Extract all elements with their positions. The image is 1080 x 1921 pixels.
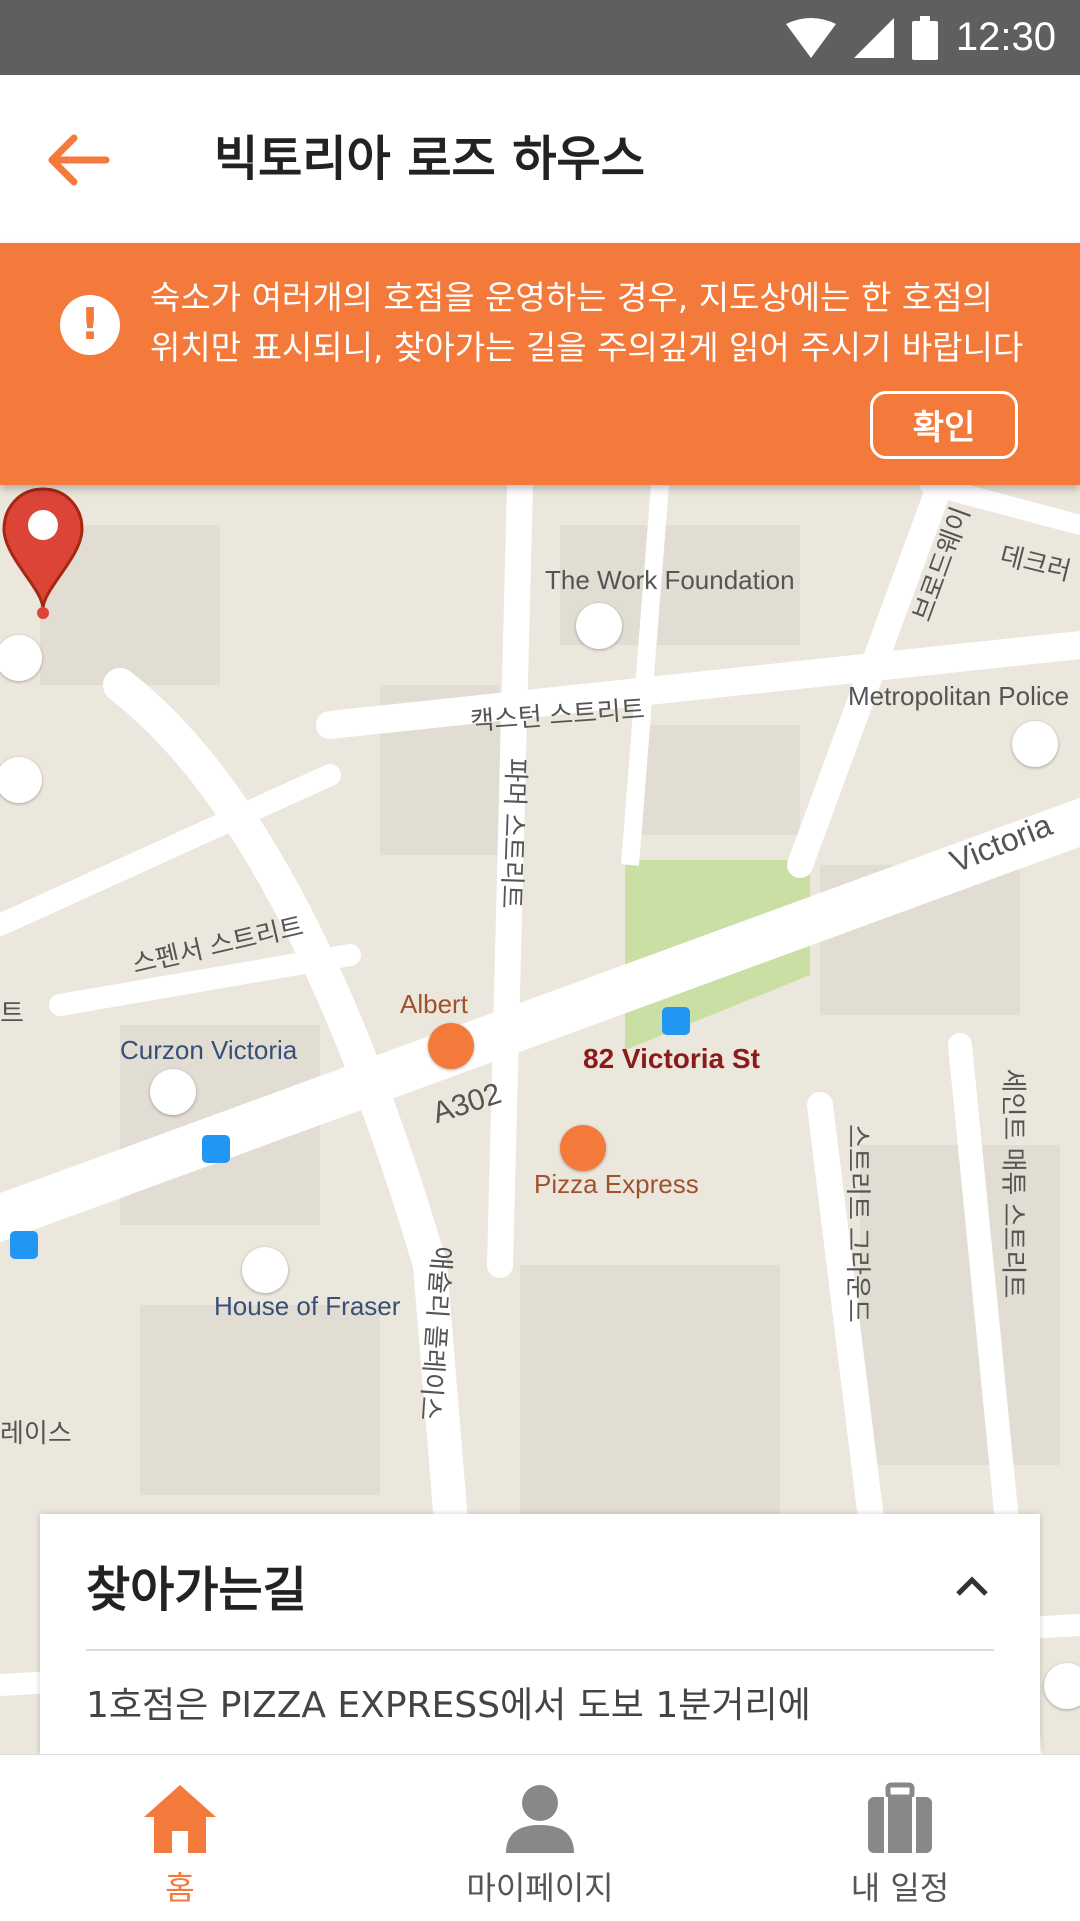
directions-text: 1호점은 PIZZA EXPRESS에서 도보 1분거리에 [86,1685,811,1726]
building-poi-icon[interactable] [576,603,622,649]
nav-mypage[interactable]: 마이페이지 [440,1755,640,1921]
shopping-poi-icon[interactable] [242,1247,288,1293]
map-label-metropolitan: Metropolitan Police [848,681,1070,711]
wifi-icon [785,17,836,58]
home-icon [144,1785,216,1853]
status-bar: 12:30 [0,0,1080,75]
directions-title: 찾아가는길 [86,1562,307,1618]
divider [86,1649,994,1651]
nav-home[interactable]: 홈 [80,1755,280,1921]
person-icon [506,1785,574,1853]
map-label-pizza: Pizza Express [534,1169,699,1199]
confirm-button[interactable]: 확인 [870,391,1018,459]
bottom-navigation: 홈 마이페이지 내 일정 [0,1754,1080,1921]
map-label-strutton: 스트리트 그라운드 [842,1124,873,1323]
map-address-label: 82 Victoria St [583,1043,760,1074]
nav-home-label: 홈 [165,1869,195,1907]
notice-text: 숙소가 여러개의 호점을 운영하는 경우, 지도상에는 한 호점의 위치만 표시… [150,273,1030,373]
back-arrow-icon[interactable] [44,125,114,195]
bar-poi-icon[interactable] [428,1023,474,1069]
notice-banner: ! 숙소가 여러개의 호점을 운영하는 경우, 지도상에는 한 호점의 위치만 … [0,243,1080,485]
signal-icon [853,17,894,58]
battery-icon [911,15,938,60]
alert-icon: ! [60,295,120,355]
nav-mypage-label: 마이페이지 [466,1869,614,1907]
luggage-icon [868,1782,932,1853]
map-label-place: 레이스 [0,1418,72,1448]
map-label-work-foundation: The Work Foundation [545,565,795,595]
bus-stop-icon[interactable] [202,1135,230,1163]
location-pin-icon[interactable] [0,485,86,621]
notice-line-1: 숙소가 여러개의 호점을 운영하는 경우, 지도상에는 한 호점의 [150,278,993,317]
bus-stop-icon[interactable] [662,1007,690,1035]
nav-schedule[interactable]: 내 일정 [800,1755,1000,1921]
map-label-left-fragment: 트 [0,998,24,1028]
cinema-poi-icon[interactable] [150,1069,196,1115]
status-time: 12:30 [955,15,1056,59]
map-label-palmer: 파머 스트리트 [496,757,532,910]
directions-card[interactable]: 찾아가는길 1호점은 PIZZA EXPRESS에서 도보 1분거리에 [40,1514,1040,1754]
notice-line-2: 위치만 표시되니, 찾아가는 길을 주의깊게 읽어 주시기 바랍니다 [150,328,1024,367]
map-label-curzon: Curzon Victoria [120,1035,298,1065]
page-title: 빅토리아 로즈 하우스 [214,131,645,187]
map-label-fraser: House of Fraser [214,1291,401,1321]
map-label-albert: Albert [400,989,468,1019]
app-bar: 빅토리아 로즈 하우스 [0,75,1080,243]
restaurant-poi-icon[interactable] [560,1125,606,1171]
nav-schedule-label: 내 일정 [850,1869,950,1907]
map-label-st-matthew: 세인트 매튜 스트리트 [998,1068,1029,1299]
police-poi-icon[interactable] [1012,721,1058,767]
chevron-up-icon[interactable] [954,1568,990,1604]
bus-stop-icon[interactable] [10,1231,38,1259]
